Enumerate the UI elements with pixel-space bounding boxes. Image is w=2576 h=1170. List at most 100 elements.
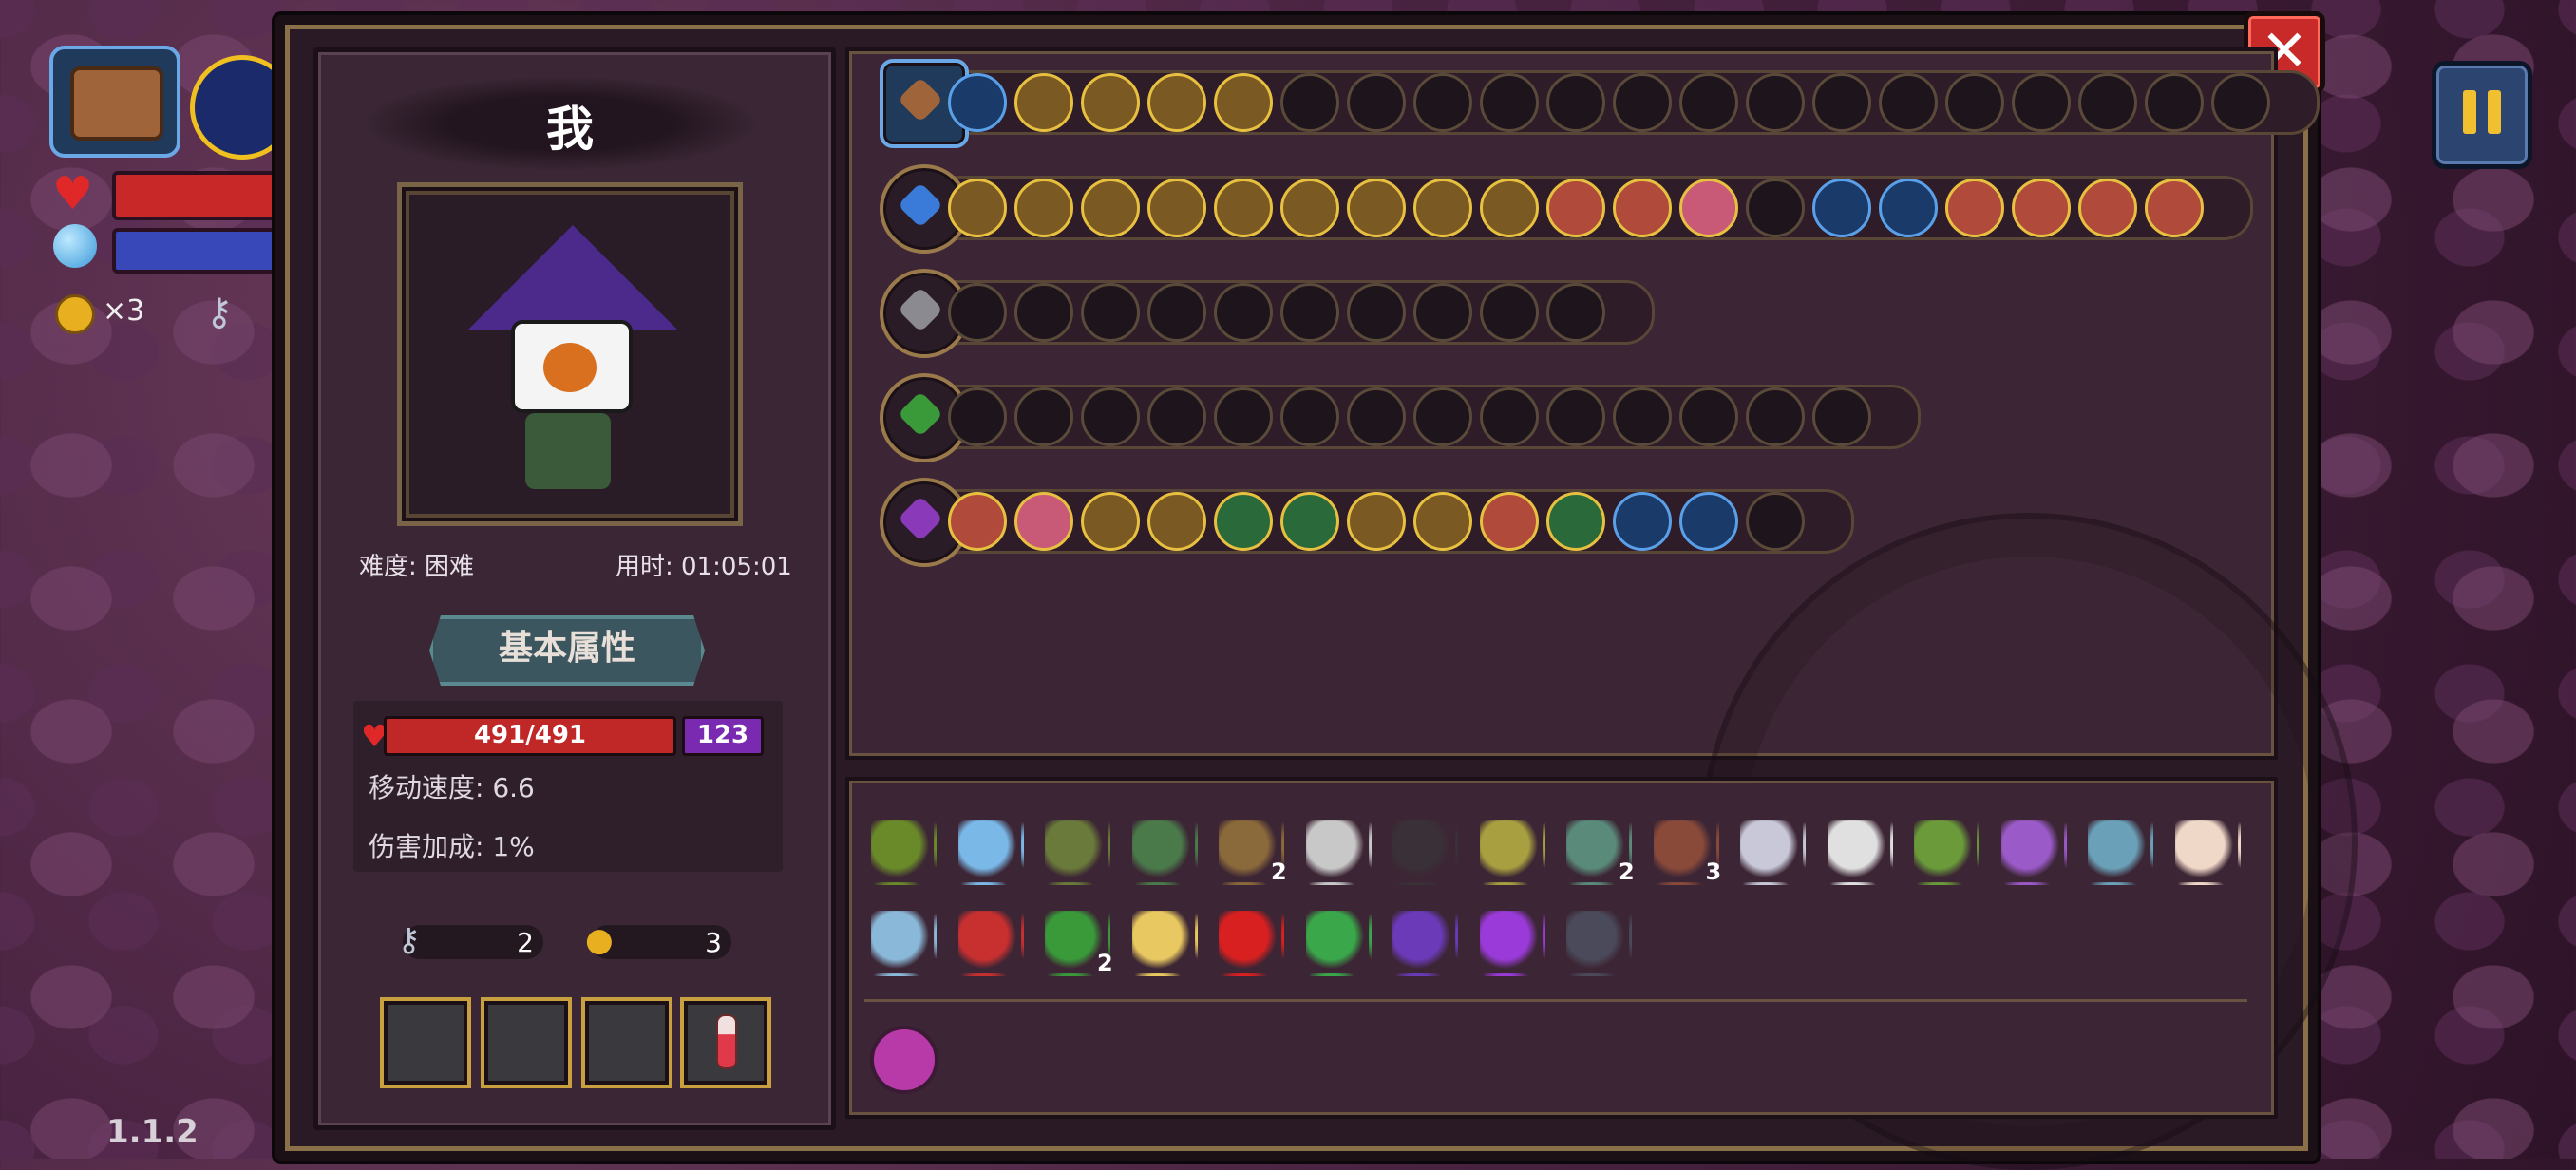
demon-mask-item[interactable]: [955, 908, 1024, 976]
grapple-item[interactable]: [1737, 817, 1806, 885]
antler-item[interactable]: [868, 817, 937, 885]
consumable-slot-1[interactable]: [380, 997, 471, 1088]
gold-gem-socket[interactable]: [1214, 179, 1273, 237]
empty-socket[interactable]: [1613, 387, 1672, 446]
empty-socket[interactable]: [1746, 492, 1805, 551]
cone-item[interactable]: [1128, 908, 1198, 976]
empty-socket[interactable]: [2012, 73, 2071, 132]
gold-gem-socket[interactable]: [1014, 73, 1073, 132]
goblin-item[interactable]: [1911, 817, 1979, 885]
purple-boot-item[interactable]: [1476, 908, 1545, 976]
gold-gem-socket[interactable]: [1413, 492, 1472, 551]
empty-socket[interactable]: [1147, 387, 1206, 446]
red-gem-socket[interactable]: [2078, 179, 2137, 237]
compass-item[interactable]: [2085, 817, 2153, 885]
gold-gem-socket[interactable]: [1081, 492, 1140, 551]
consumable-slot-4[interactable]: [680, 997, 771, 1088]
glasses-item[interactable]: [1302, 817, 1372, 885]
curse-item-icon[interactable]: [870, 1026, 938, 1094]
empty-socket[interactable]: [948, 283, 1007, 342]
empty-socket[interactable]: [1347, 387, 1406, 446]
empty-socket[interactable]: [1413, 387, 1472, 446]
empty-socket[interactable]: [1014, 387, 1073, 446]
hud-bag-icon[interactable]: [49, 46, 180, 158]
empty-socket[interactable]: [1280, 73, 1339, 132]
empty-socket[interactable]: [1546, 73, 1605, 132]
gold-gem-socket[interactable]: [1347, 492, 1406, 551]
red-gem-socket[interactable]: [1546, 179, 1605, 237]
red-gem-socket[interactable]: [1613, 179, 1672, 237]
red-gem-socket[interactable]: [948, 492, 1007, 551]
blue-gem-socket[interactable]: [1613, 492, 1672, 551]
skeleton-item[interactable]: [1824, 817, 1893, 885]
gold-gem-socket[interactable]: [1280, 179, 1339, 237]
empty-socket[interactable]: [1945, 73, 2004, 132]
empty-socket[interactable]: [1081, 283, 1140, 342]
empty-socket[interactable]: [1879, 73, 1938, 132]
prism-item[interactable]: [1998, 817, 2067, 885]
empty-socket[interactable]: [1413, 283, 1472, 342]
empty-socket[interactable]: [1613, 73, 1672, 132]
red-gem-socket[interactable]: [2145, 179, 2204, 237]
empty-socket[interactable]: [1347, 73, 1406, 132]
red-gem-socket[interactable]: [1945, 179, 2004, 237]
boot-item[interactable]: [1128, 817, 1198, 885]
magnifier-item[interactable]: [868, 908, 937, 976]
empty-socket[interactable]: [2211, 73, 2270, 132]
green-gem-socket[interactable]: [1280, 492, 1339, 551]
empty-socket[interactable]: [1812, 73, 1871, 132]
empty-socket[interactable]: [1280, 283, 1339, 342]
empty-socket[interactable]: [1679, 387, 1738, 446]
empty-socket[interactable]: [1480, 387, 1539, 446]
gold-gem-socket[interactable]: [948, 179, 1007, 237]
gold-gem-socket[interactable]: [1480, 179, 1539, 237]
gold-gem-socket[interactable]: [1147, 179, 1206, 237]
empty-socket[interactable]: [1812, 387, 1871, 446]
gold-gem-socket[interactable]: [1413, 179, 1472, 237]
gold-gem-socket[interactable]: [1347, 179, 1406, 237]
empty-socket[interactable]: [1081, 387, 1140, 446]
empty-socket[interactable]: [1480, 73, 1539, 132]
empty-socket[interactable]: [1413, 73, 1472, 132]
crystal-item[interactable]: [955, 817, 1024, 885]
clover-item[interactable]: [1302, 908, 1372, 976]
empty-socket[interactable]: [1214, 283, 1273, 342]
empty-socket[interactable]: [1546, 387, 1605, 446]
pause-button[interactable]: [2432, 61, 2532, 169]
pink-gem-socket[interactable]: [1679, 179, 1738, 237]
gold-gem-socket[interactable]: [1214, 73, 1273, 132]
empty-socket[interactable]: [2145, 73, 2204, 132]
gold-gem-socket[interactable]: [1147, 73, 1206, 132]
empty-socket[interactable]: [1214, 387, 1273, 446]
green-gem-socket[interactable]: [1214, 492, 1273, 551]
claw-item[interactable]: [1476, 817, 1545, 885]
consumable-slot-2[interactable]: [481, 997, 572, 1088]
empty-socket[interactable]: [1280, 387, 1339, 446]
empty-socket[interactable]: [1347, 283, 1406, 342]
red-eye-item[interactable]: [1216, 908, 1284, 976]
pink-gem-socket[interactable]: [1014, 492, 1073, 551]
bat-item[interactable]: [1390, 817, 1458, 885]
gold-gem-socket[interactable]: [1081, 73, 1140, 132]
gold-gem-socket[interactable]: [1081, 179, 1140, 237]
horn-item[interactable]: [1042, 817, 1110, 885]
empty-socket[interactable]: [1746, 179, 1805, 237]
empty-socket[interactable]: [1746, 73, 1805, 132]
empty-socket[interactable]: [948, 387, 1007, 446]
empty-socket[interactable]: [1014, 283, 1073, 342]
cloak-item[interactable]: [1563, 908, 1632, 976]
empty-socket[interactable]: [1679, 73, 1738, 132]
blue-gem-socket[interactable]: [1812, 179, 1871, 237]
consumable-slot-3[interactable]: [581, 997, 672, 1088]
blue-gem-socket[interactable]: [948, 73, 1007, 132]
basic-attributes-tab[interactable]: 基本属性: [429, 615, 705, 686]
red-gem-socket[interactable]: [1480, 492, 1539, 551]
empty-socket[interactable]: [1746, 387, 1805, 446]
green-gem-socket[interactable]: [1546, 492, 1605, 551]
blue-gem-socket[interactable]: [1679, 492, 1738, 551]
empty-socket[interactable]: [2078, 73, 2137, 132]
gold-gem-socket[interactable]: [1014, 179, 1073, 237]
empty-socket[interactable]: [1147, 283, 1206, 342]
witch-hat-item[interactable]: [1390, 908, 1458, 976]
empty-socket[interactable]: [1480, 283, 1539, 342]
